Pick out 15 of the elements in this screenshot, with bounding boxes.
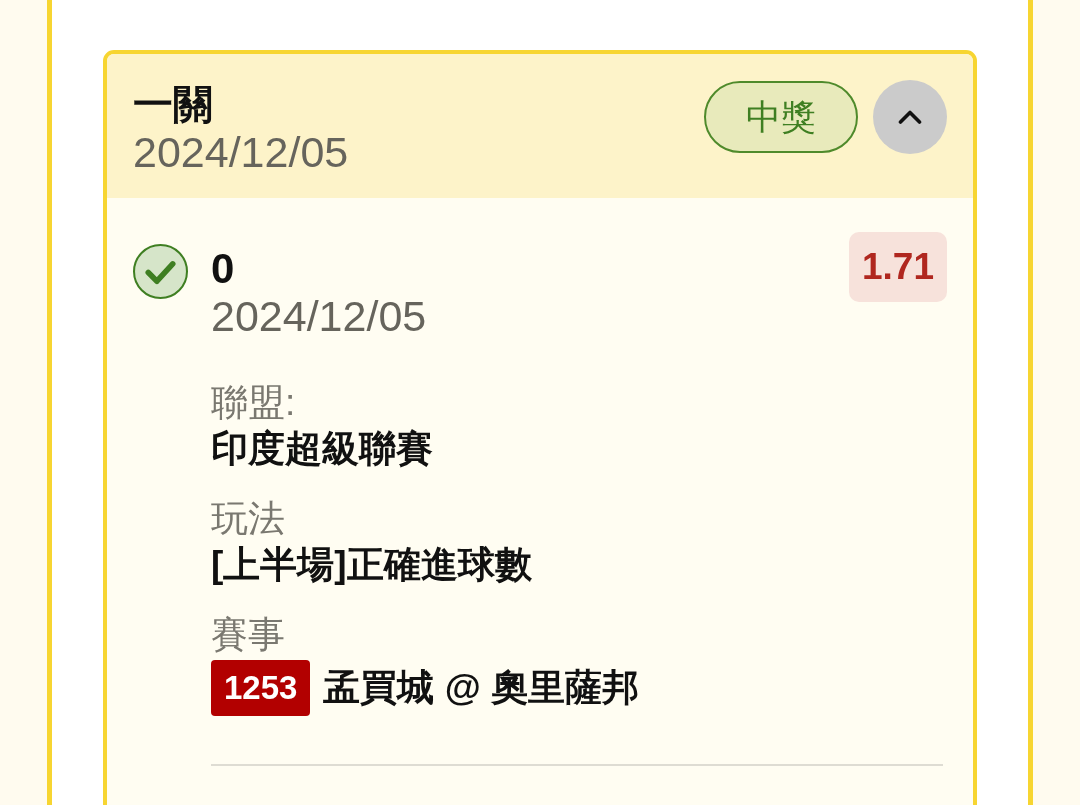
odds-badge: 1.71 xyxy=(849,232,947,302)
selection-pick: 0 xyxy=(211,246,236,292)
status-badge: 中獎 xyxy=(704,81,858,153)
bet-title: 一關 xyxy=(133,81,214,128)
bet-date: 2024/12/05 xyxy=(133,128,349,176)
field-value: [上半場]正確進球數 xyxy=(211,543,533,587)
match-number-badge: 1253 xyxy=(211,660,311,716)
field-label: 賽事 xyxy=(211,613,286,657)
selection-date: 2024/12/05 xyxy=(211,292,428,340)
match-teams: 孟買城 @ 奧里薩邦 xyxy=(323,666,640,710)
chevron-up-icon xyxy=(898,110,922,124)
check-circle-icon xyxy=(133,244,188,299)
field-label: 聯盟: xyxy=(211,381,297,425)
field-label: 玩法 xyxy=(211,497,286,541)
field-value: 印度超級聯賽 xyxy=(211,427,434,471)
